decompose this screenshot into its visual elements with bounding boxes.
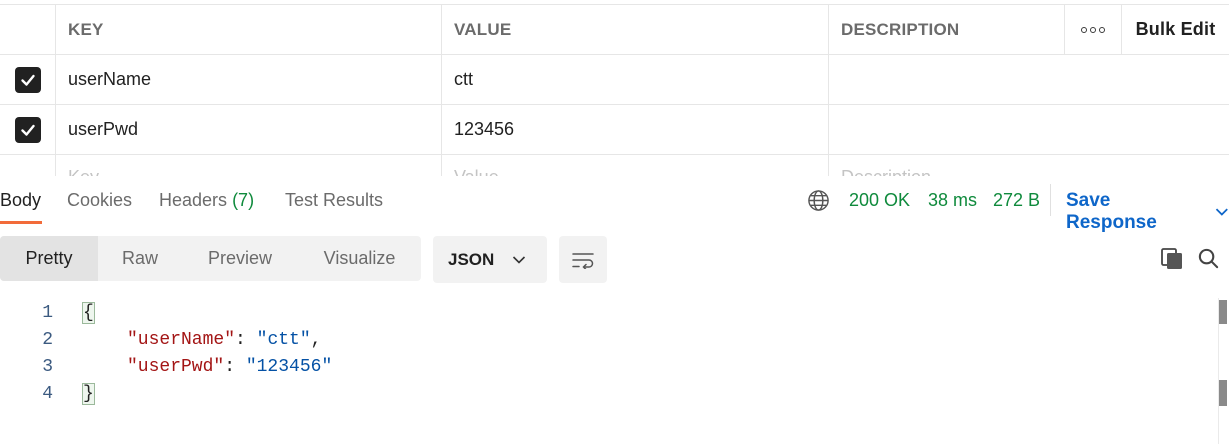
view-mode-segmented-control: Pretty Raw Preview Visualize (0, 236, 421, 281)
search-icon[interactable] (1197, 247, 1220, 270)
header-checkbox-cell (0, 5, 55, 54)
row-description-cell[interactable] (828, 55, 1227, 104)
row-checkbox-cell (0, 155, 55, 176)
globe-icon[interactable] (807, 189, 830, 212)
status-code[interactable]: 200 OK (849, 190, 910, 211)
params-table-header: KEY VALUE DESCRIPTION Bulk Edit (0, 4, 1229, 54)
row-value-cell[interactable]: ctt (441, 55, 828, 104)
new-param-row: Key Value Description (0, 154, 1229, 176)
description-input-placeholder[interactable]: Description (828, 155, 1227, 176)
code-line: { (82, 302, 95, 324)
row-key-cell[interactable]: userPwd (55, 105, 441, 154)
code-line: } (82, 383, 95, 405)
close-brace: } (82, 383, 95, 405)
wrap-lines-button[interactable] (559, 236, 607, 283)
view-preview-button[interactable]: Preview (182, 236, 298, 281)
json-colon: : (235, 330, 257, 350)
divider (1050, 184, 1051, 216)
code-line: "userPwd": "123456" (127, 357, 332, 377)
checkmark-icon (20, 124, 35, 136)
json-string-value: "ctt" (256, 330, 311, 350)
column-header-description: DESCRIPTION (828, 5, 1064, 54)
chevron-down-icon (513, 255, 526, 264)
response-size[interactable]: 272 B (993, 190, 1040, 211)
wrap-lines-icon (572, 252, 594, 269)
row-checkbox-cell (0, 55, 55, 104)
line-number: 3 (42, 357, 53, 377)
line-number: 2 (42, 330, 53, 350)
tab-body[interactable]: Body (0, 190, 41, 211)
column-header-value: VALUE (441, 5, 828, 54)
checkmark-icon (20, 74, 35, 86)
open-brace: { (82, 302, 95, 324)
copy-icon[interactable] (1160, 247, 1184, 271)
tab-cookies[interactable]: Cookies (67, 190, 132, 211)
chevron-down-icon (1216, 208, 1229, 216)
tab-test-results[interactable]: Test Results (285, 190, 383, 211)
view-raw-button[interactable]: Raw (98, 236, 182, 281)
json-key: "userName" (127, 330, 236, 350)
row-checkbox[interactable] (14, 66, 41, 93)
column-header-key: KEY (55, 5, 441, 54)
save-response-label: Save Response (1066, 190, 1157, 233)
row-description-cell[interactable] (828, 105, 1227, 154)
code-line: "userName": "ctt", (127, 330, 321, 350)
format-select-value: JSON (448, 249, 495, 269)
scrollbar-thumb[interactable] (1219, 300, 1227, 324)
row-checkbox-cell (0, 105, 55, 154)
line-number: 4 (42, 384, 53, 404)
active-tab-underline (0, 221, 42, 224)
scrollbar-thumb-lower[interactable] (1219, 380, 1227, 406)
response-time[interactable]: 38 ms (928, 190, 977, 211)
row-checkbox[interactable] (14, 116, 41, 143)
view-visualize-button[interactable]: Visualize (298, 236, 421, 281)
vertical-scrollbar[interactable] (1218, 298, 1229, 444)
value-input-placeholder[interactable]: Value (441, 155, 828, 176)
tab-headers[interactable]: Headers (7) (159, 190, 254, 211)
json-string-value: "123456" (245, 357, 333, 377)
json-key: "userPwd" (127, 357, 225, 377)
bulk-edit-button[interactable]: Bulk Edit (1121, 5, 1229, 54)
ellipsis-icon (1081, 26, 1105, 33)
save-response-button[interactable]: Save Response (1066, 190, 1229, 234)
tab-headers-label: Headers (159, 190, 228, 210)
table-row: userName ctt (0, 54, 1229, 104)
headers-count: (7) (232, 190, 255, 210)
params-table: KEY VALUE DESCRIPTION Bulk Edit userName… (0, 4, 1229, 176)
table-row: userPwd 123456 (0, 104, 1229, 154)
line-number: 1 (42, 303, 53, 323)
row-value-cell[interactable]: 123456 (441, 105, 828, 154)
row-key-cell[interactable]: userName (55, 55, 441, 104)
response-tabs: Body Cookies Headers (7) Test Results (0, 176, 1229, 224)
more-options-button[interactable] (1064, 5, 1121, 54)
json-colon: : (224, 357, 246, 377)
format-select[interactable]: JSON (433, 236, 547, 283)
json-comma: , (310, 330, 322, 350)
response-body-viewer[interactable]: 1 { 2 "userName": "ctt", 3 "userPwd": "1… (0, 298, 1229, 444)
key-input-placeholder[interactable]: Key (55, 155, 441, 176)
view-pretty-button[interactable]: Pretty (0, 236, 98, 281)
